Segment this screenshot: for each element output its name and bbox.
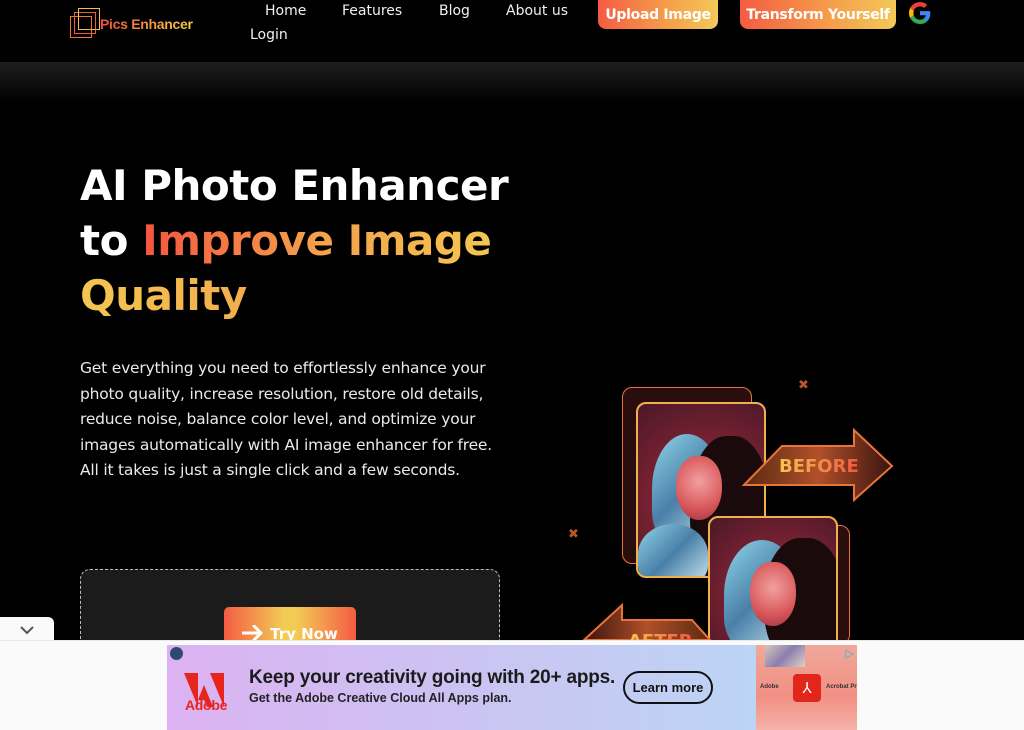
nav-features[interactable]: Features [342, 3, 402, 19]
logo-icon [68, 8, 100, 40]
upload-image-button[interactable]: Upload Image [598, 0, 718, 29]
ad-visual: ▷ Adobe ⅄ Acrobat Pro [756, 645, 857, 730]
ad-brand: Adobe [185, 697, 228, 713]
page: Pics Enhancer Home Features Blog About u… [0, 0, 1024, 730]
header-shadow [0, 62, 1024, 102]
nav-home[interactable]: Home [265, 3, 306, 19]
ad-play-icon[interactable]: ▷ [846, 647, 854, 660]
chevron-down-icon [20, 626, 34, 635]
ad-thumbnail [765, 645, 805, 667]
hero-title-accent: Improve Image [142, 216, 492, 265]
hero-title-prefix: to [80, 216, 143, 265]
site-header: Pics Enhancer Home Features Blog About u… [0, 0, 1024, 62]
hero-title-line-1: AI Photo Enhancer [80, 161, 509, 210]
after-photo [708, 516, 838, 656]
transform-yourself-button[interactable]: Transform Yourself [740, 0, 896, 29]
hero-title: AI Photo Enhancer to Improve Image Quali… [80, 158, 509, 323]
ad-headline: Keep your creativity going with 20+ apps… [249, 667, 616, 688]
acrobat-icon: ⅄ [793, 674, 821, 702]
sparkle-icon: ✖ [568, 527, 579, 542]
google-icon[interactable] [908, 2, 932, 24]
before-label: BEFORE [779, 456, 859, 477]
ad-banner[interactable]: Adobe Keep your creativity going with 20… [167, 645, 857, 730]
hero-title-line-2: to Improve Image [80, 213, 508, 268]
adchoices-icon[interactable] [170, 647, 183, 660]
brand-logo[interactable]: Pics Enhancer [68, 8, 193, 40]
ad-visual-right-label: Acrobat Pro [826, 684, 857, 690]
ad-visual-left-label: Adobe [760, 684, 779, 690]
hero-description: Get everything you need to effortlessly … [80, 359, 492, 480]
hero-title-line-3: Quality [80, 268, 508, 323]
nav-blog[interactable]: Blog [439, 3, 470, 19]
before-after-illustration: ✖ ✖ BEFORE AFTER [560, 370, 910, 656]
ad-subline: Get the Adobe Creative Cloud All Apps pl… [249, 691, 512, 705]
sparkle-icon: ✖ [798, 378, 809, 393]
nav-about-us[interactable]: About us [506, 3, 568, 19]
learn-more-button[interactable]: Learn more [623, 671, 713, 704]
brand-name: Pics Enhancer [100, 16, 193, 32]
nav-login[interactable]: Login [250, 27, 288, 43]
